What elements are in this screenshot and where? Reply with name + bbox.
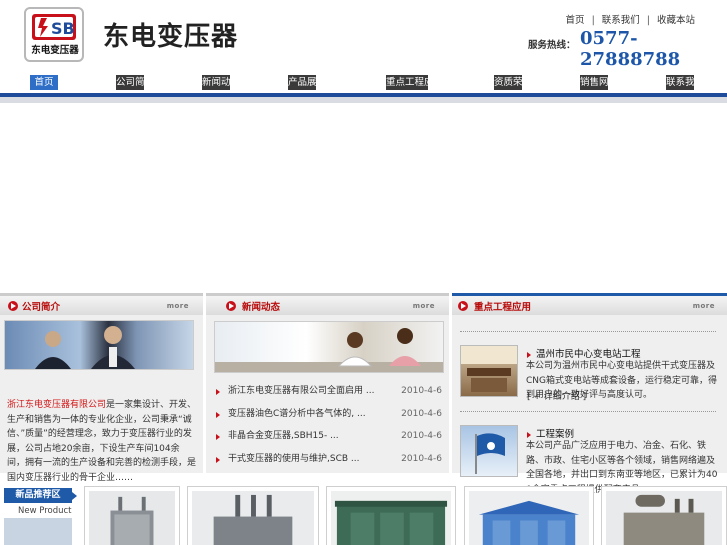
lobby-interior-icon: [461, 346, 517, 392]
news-date: 2010-4-6: [401, 409, 442, 419]
project-title[interactable]: 温州市民中心变电站工程: [527, 346, 641, 360]
projects-panel: 温州市民中心变电站工程 本公司为温州市民中心变电站提供干式变压器及CNG箱式变电…: [452, 315, 727, 495]
news-panel-title: 新闻动态: [242, 302, 281, 313]
arrow-icon: [216, 412, 220, 418]
company-panel-header: 公司简介 more: [0, 293, 203, 315]
product-card[interactable]: [601, 486, 727, 545]
company-name-link[interactable]: 浙江东电变压器有限公司: [7, 400, 106, 410]
oil-transformer-icon: [89, 491, 175, 545]
nav-bar-shadow: [0, 97, 727, 103]
project-detail-link[interactable]: [ + 详细介绍 ]: [527, 389, 586, 402]
top-links: 首页 | 联系我们 | 收藏本站: [566, 12, 695, 26]
news-more-link[interactable]: more: [413, 302, 435, 310]
news-item[interactable]: 浙江东电变压器有限公司全面启用 ... 2010-4-6: [216, 381, 446, 401]
nav-item-contact[interactable]: 联系我们: [666, 75, 694, 90]
arrow-icon: [216, 434, 220, 440]
projects-more-link[interactable]: more: [693, 302, 715, 310]
news-date: 2010-4-6: [401, 431, 442, 441]
bullet-icon: [8, 301, 18, 311]
project-image[interactable]: [460, 425, 518, 477]
projects-panel-title: 重点工程应用: [474, 302, 532, 313]
logo-mark-icon: SB: [32, 14, 76, 40]
top-link-bookmark[interactable]: 收藏本站: [657, 15, 695, 26]
nav-item-products[interactable]: 产品展示: [288, 75, 316, 90]
news-panel-header: 新闻动态 more: [206, 293, 449, 315]
divider: [460, 411, 716, 412]
product-card[interactable]: [326, 486, 456, 545]
project-title[interactable]: 工程案例: [527, 426, 574, 440]
box-substation-icon: [331, 491, 451, 545]
news-banner-image: [214, 321, 444, 373]
arrow-icon: [216, 457, 220, 463]
new-products-header: 新品推荐区: [4, 488, 77, 503]
project-image[interactable]: [460, 345, 518, 397]
hotline-label: 服务热线：: [528, 40, 576, 51]
news-item[interactable]: 非晶合金变压器,SBH15- ... 2010-4-6: [216, 426, 446, 446]
company-panel-title: 公司简介: [22, 302, 61, 313]
large-transformer-icon: [606, 491, 722, 545]
news-item[interactable]: 变压器油色C谱分析中各气体的, ... 2010-4-6: [216, 404, 446, 424]
logo-letters: SB: [51, 19, 75, 38]
news-date: 2010-4-6: [401, 386, 442, 396]
divider: |: [591, 15, 595, 26]
logo[interactable]: SB 东电变压器: [24, 7, 84, 62]
prefab-substation-icon: [469, 491, 589, 545]
nav-item-home[interactable]: 首页: [30, 75, 58, 90]
news-date: 2010-4-6: [401, 454, 442, 464]
arrow-icon: [216, 389, 220, 395]
news-panel: 浙江东电变压器有限公司全面启用 ... 2010-4-6 变压器油色C谱分析中各…: [206, 315, 449, 473]
top-link-home[interactable]: 首页: [566, 15, 585, 26]
new-products-subtitle: New Product: [18, 506, 72, 516]
nav-item-honors[interactable]: 资质荣誉: [494, 75, 522, 90]
flag-icon: [475, 433, 505, 474]
projects-panel-header: 重点工程应用 more: [452, 293, 727, 315]
company-panel: 浙江东电变压器有限公司是一家集设计、开发、生产和销售为一体的专业化企业，公司秉承…: [0, 315, 203, 483]
product-card[interactable]: [84, 486, 180, 545]
news-title[interactable]: 变压器油色C谱分析中各气体的, ...: [228, 404, 366, 424]
nav-item-projects[interactable]: 重点工程应用: [386, 75, 428, 90]
divider: |: [646, 15, 650, 26]
hotline-number: 0577-27888788: [580, 28, 681, 70]
power-transformer-icon: [192, 491, 314, 545]
bullet-icon: [226, 301, 236, 311]
bullet-icon: [458, 301, 468, 311]
logo-text: 东电变压器: [31, 45, 79, 56]
product-card[interactable]: [464, 486, 594, 545]
news-title[interactable]: 浙江东电变压器有限公司全面启用 ...: [228, 381, 374, 401]
nav-item-news[interactable]: 新闻动态: [202, 75, 230, 90]
office-women-icon: [215, 328, 443, 372]
company-intro: 浙江东电变压器有限公司是一家集设计、开发、生产和销售为一体的专业化企业，公司秉承…: [7, 398, 197, 485]
company-banner-image: [4, 320, 194, 370]
company-more-link[interactable]: more: [167, 302, 189, 310]
news-title[interactable]: 非晶合金变压器,SBH15- ...: [228, 426, 339, 446]
product-card[interactable]: [187, 486, 319, 545]
new-products-strip: [4, 518, 72, 545]
nav-item-about[interactable]: 公司简介: [116, 75, 144, 90]
divider: [460, 331, 716, 332]
business-people-icon: [35, 326, 135, 369]
brand-title: 东电变压器: [103, 22, 239, 52]
top-link-contact[interactable]: 联系我们: [602, 15, 640, 26]
company-intro-text: 是一家集设计、开发、生产和销售为一体的专业化企业，公司秉承“诚信、”质量”的经营…: [7, 400, 197, 483]
news-item[interactable]: 干式变压器的使用与维护,SCB ... 2010-4-6: [216, 449, 446, 469]
nav-item-sales[interactable]: 销售网络: [580, 75, 608, 90]
news-title[interactable]: 干式变压器的使用与维护,SCB ...: [228, 449, 359, 469]
